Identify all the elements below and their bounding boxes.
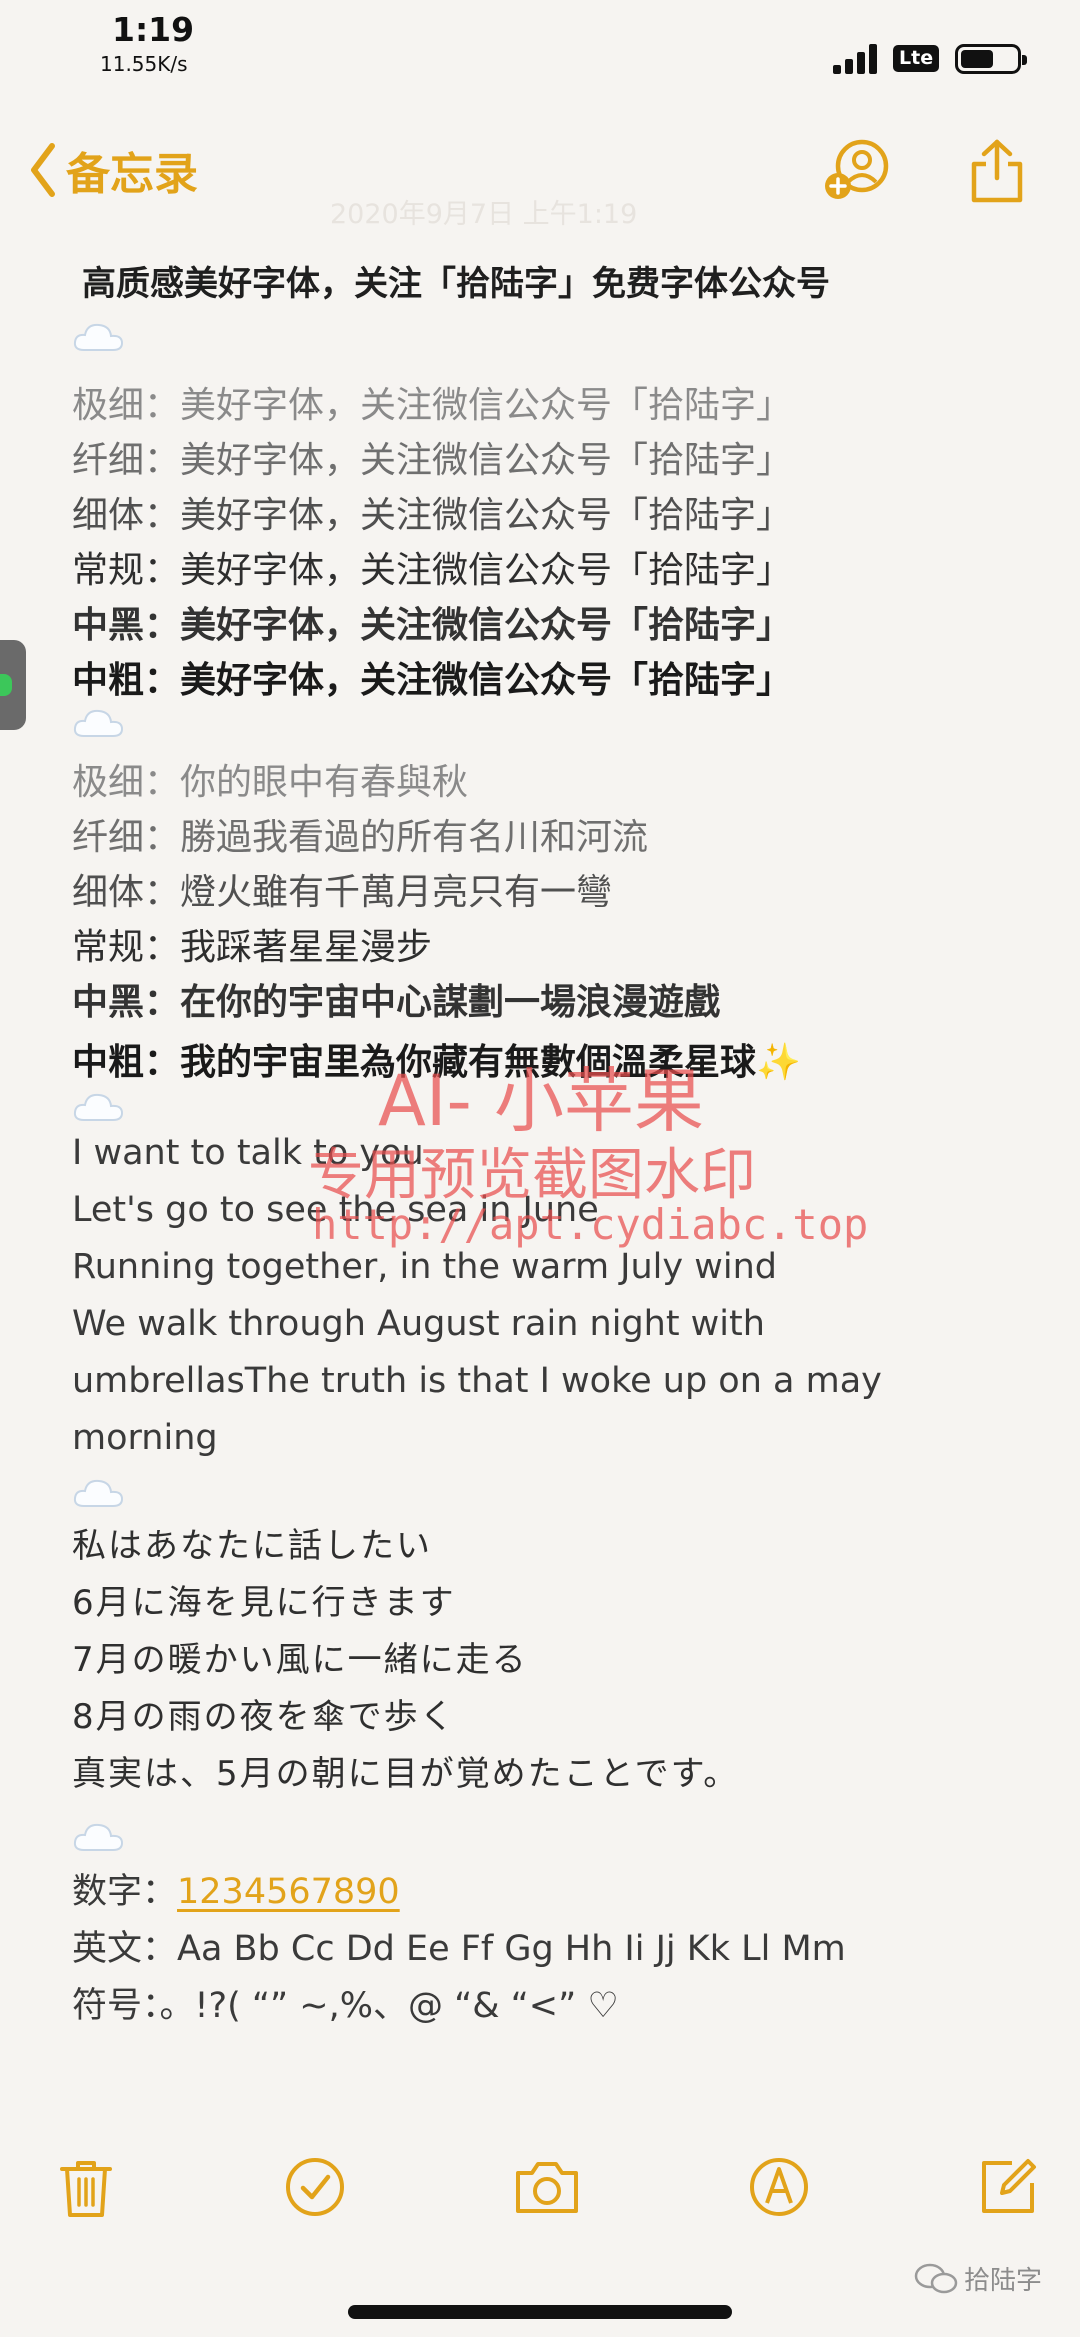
wechat-icon	[914, 2263, 958, 2293]
block1-line-5: 中黑：美好字体，关注微信公众号「拾陆字」	[72, 605, 793, 646]
network-type-badge: Lte	[893, 45, 940, 72]
add-person-icon[interactable]	[822, 138, 892, 204]
checklist-icon[interactable]	[283, 2155, 347, 2219]
status-time: 1:19	[112, 10, 195, 49]
block2-line-1: 极细：你的眼中有春與秋	[72, 762, 469, 803]
english-line-3: Running together, in the warm July wind	[72, 1247, 777, 1287]
japanese-line-2: 6月に海を見に行きます	[72, 1583, 456, 1623]
status-bar: 1:19 11.55K/s Lte	[0, 0, 1080, 90]
block2-line-3: 细体：燈火雖有千萬月亮只有一彎	[72, 872, 613, 913]
block1-line-3: 细体：美好字体，关注微信公众号「拾陆字」	[72, 495, 793, 536]
note-heading: 高质感美好字体，关注「拾陆字」免费字体公众号	[82, 264, 830, 304]
brand-name: 拾陆字	[964, 2266, 1043, 2296]
watermark-subtitle: 专用预览截图水印	[308, 1143, 756, 1208]
japanese-line-4: 8月の雨の夜を傘で歩く	[72, 1697, 456, 1737]
block2-line-5: 中黑：在你的宇宙中心謀劃一場浪漫遊戲	[72, 982, 721, 1023]
back-label: 备忘录	[66, 149, 198, 200]
english-line-4: We walk through August rain night with	[72, 1304, 765, 1344]
letters-line: 英文：Aa Bb Cc Dd Ee Ff Gg Hh Ii Jj Kk Ll M…	[72, 1929, 846, 1969]
japanese-line-5: 真実は、5月の朝に目が覚めたことです。	[72, 1754, 740, 1794]
signal-icon	[833, 44, 879, 74]
trash-icon[interactable]	[54, 2155, 118, 2219]
japanese-line-3: 7月の暖かい風に一緒に走る	[72, 1640, 528, 1680]
cloud-icon	[73, 1093, 124, 1121]
chevron-left-icon	[31, 143, 55, 197]
english-line-5: umbrellasThe truth is that I woke up on …	[72, 1361, 882, 1401]
block1-line-1: 极细：美好字体，关注微信公众号「拾陆字」	[72, 385, 793, 426]
cloud-icon	[73, 323, 124, 351]
camera-icon[interactable]	[512, 2155, 582, 2219]
english-line-6: morning	[72, 1418, 218, 1458]
watermark-url: http://apt.cydiabc.top	[312, 1200, 869, 1249]
block1-line-4: 常规：美好字体，关注微信公众号「拾陆字」	[72, 550, 793, 591]
bottom-toolbar	[0, 2130, 1080, 2250]
block2-line-2: 纤细：勝過我看過的所有名川和河流	[72, 817, 649, 858]
block2-line-4: 常规：我踩著星星漫步	[72, 927, 433, 968]
cloud-icon	[73, 1479, 124, 1507]
block1-line-6: 中粗：美好字体，关注微信公众号「拾陆字」	[72, 660, 793, 701]
cloud-icon	[73, 1823, 124, 1851]
markup-icon[interactable]	[747, 2155, 811, 2219]
cloud-icon	[73, 709, 124, 737]
digits-line: 数字：1234567890	[72, 1872, 400, 1912]
network-speed: 11.55K/s	[100, 52, 188, 76]
side-handle[interactable]	[0, 640, 26, 730]
battery-icon	[955, 44, 1027, 74]
japanese-line-1: 私はあなたに話したい	[72, 1526, 432, 1566]
symbols-line: 符号：。!?( “” ~,%、@ “& “<” ♡	[72, 1986, 619, 2026]
note-date: 2020年9月7日 上午1:19	[330, 199, 638, 230]
back-button[interactable]: 备忘录	[28, 138, 198, 202]
digits-link[interactable]: 1234567890	[177, 1872, 400, 1912]
brand-watermark: 拾陆字	[914, 2260, 1042, 2297]
share-icon[interactable]	[962, 138, 1032, 204]
compose-icon[interactable]	[976, 2155, 1040, 2219]
block1-line-2: 纤细：美好字体，关注微信公众号「拾陆字」	[72, 440, 793, 481]
home-indicator[interactable]	[348, 2305, 732, 2319]
